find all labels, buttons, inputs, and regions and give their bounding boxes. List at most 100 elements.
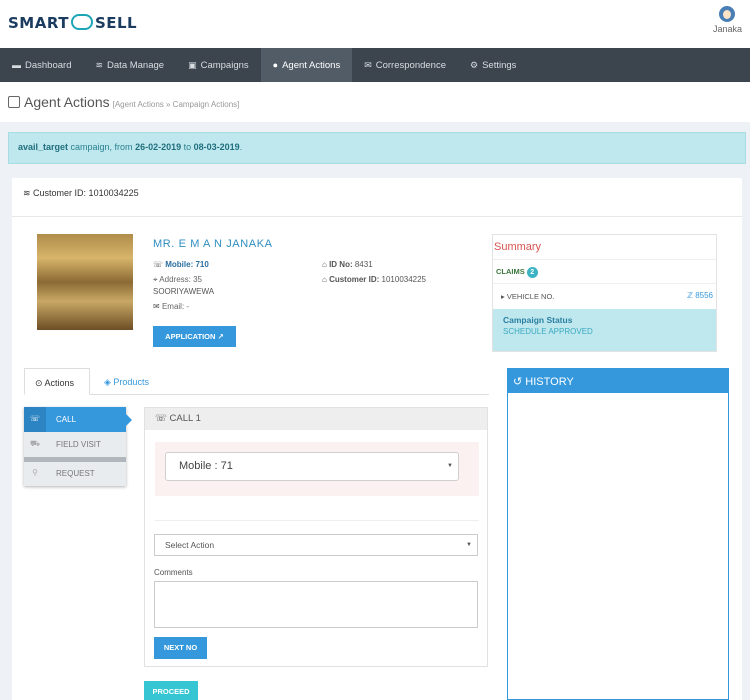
check-circle-icon: ⊙ xyxy=(35,378,45,388)
application-button[interactable]: APPLICATION ↗ xyxy=(153,326,236,347)
nav-item-campaigns[interactable]: ▣ Campaigns xyxy=(176,48,261,82)
nav-item-label: Settings xyxy=(482,59,517,71)
tab-products[interactable]: ◈ Products xyxy=(94,368,159,395)
call-heading-text: CALL 1 xyxy=(169,413,201,424)
tag-icon: ⌂ xyxy=(322,275,330,284)
campaign-status-box: Campaign Status SCHEDULE APPROVED xyxy=(493,309,716,351)
tabs-bar: ⊙ Actions ◈ Products xyxy=(24,368,489,395)
nav-item-settings[interactable]: ⚙ Settings xyxy=(458,48,528,82)
user-menu[interactable]: Janaka xyxy=(713,6,742,34)
menu-item-label: FIELD VISIT xyxy=(56,440,101,449)
logo-mark-icon xyxy=(70,13,93,30)
menu-item-request[interactable]: ⚲ REQUEST xyxy=(24,461,126,486)
breadcrumb: [Agent Actions » Campaign Actions] xyxy=(112,100,240,109)
customer-card: ≋ Customer ID: 1010034225 MR. E M A N JA… xyxy=(12,178,742,700)
call-panel: ☏ CALL 1 Mobile : 71 ▼ Select Action ▼ C… xyxy=(144,407,488,667)
customer-id-heading: ≋ Customer ID: 1010034225 xyxy=(23,188,139,199)
comments-label: Comments xyxy=(154,568,193,577)
divider xyxy=(155,520,479,521)
action-select[interactable]: Select Action ▼ xyxy=(154,534,478,556)
customer-address: ⌖ Address: 35 xyxy=(153,275,202,285)
mobile-select-wrap: Mobile : 71 ▼ xyxy=(155,442,479,496)
next-no-button[interactable]: NEXT NO xyxy=(154,637,207,659)
campaign-alert: avail_target campaign, from 26-02-2019 t… xyxy=(8,132,746,164)
nav-item-label: Dashboard xyxy=(25,59,72,71)
user-name: Janaka xyxy=(712,24,742,34)
customer-mobile: ☏ Mobile: 710 xyxy=(153,260,209,269)
page-title-text: Agent Actions xyxy=(24,94,110,110)
app-logo[interactable]: SMART SELL xyxy=(8,13,138,32)
campaign-end-date: 08-03-2019 xyxy=(193,142,240,152)
history-heading: ↺ HISTORY xyxy=(508,369,728,393)
vehicle-row[interactable]: ▸ VEHICLE NO. ℤ 8556 xyxy=(493,283,716,307)
customer-id-no: ⌂ ID No: 8431 xyxy=(322,260,373,269)
action-type-menu: ☏ CALL ⛟ FIELD VISIT ⚲ REQUEST xyxy=(24,407,132,486)
history-icon: ↺ xyxy=(513,376,526,388)
customer-photo xyxy=(37,234,133,330)
menu-item-label: CALL xyxy=(56,415,77,424)
customer-name: MR. E M A N JANAKA xyxy=(153,238,273,250)
chevron-down-icon: ▼ xyxy=(466,542,472,548)
logo-text-sell: SELL xyxy=(94,14,138,32)
main-nav: ▬ Dashboard ≋ Data Manage ▣ Campaigns ● Agen… xyxy=(0,48,750,82)
alert-text: campaign, from xyxy=(68,142,136,152)
tab-label: Actions xyxy=(44,378,75,388)
custid-label: Customer ID: xyxy=(329,275,382,284)
mobile-value: 710 xyxy=(195,260,209,269)
alert-text: . xyxy=(239,142,243,152)
campaign-name: avail_target xyxy=(18,142,69,152)
external-link-icon: ↗ xyxy=(217,332,224,341)
phone-icon: ☏ xyxy=(155,413,170,424)
idno-value: 8431 xyxy=(354,260,373,269)
campaign-status-title: Campaign Status xyxy=(503,315,573,325)
idno-label: ID No: xyxy=(329,260,355,269)
customer-id-field: ⌂ Customer ID: 1010034225 xyxy=(322,275,426,284)
customer-address-line2: SOORIYAWEWA xyxy=(153,287,215,296)
nav-item-label: Agent Actions xyxy=(282,59,341,71)
dashboard-icon: ▬ xyxy=(12,60,21,70)
summary-title: Summary xyxy=(493,235,716,260)
phone-icon: ☏ xyxy=(24,407,46,432)
email-value: Email: - xyxy=(161,302,190,311)
proceed-button[interactable]: PROCEED xyxy=(144,681,198,700)
menu-item-field-visit[interactable]: ⛟ FIELD VISIT xyxy=(24,432,126,457)
envelope-icon: ✉ xyxy=(364,59,372,70)
custid-value: 1010034225 xyxy=(381,275,427,284)
nav-item-label: Data Manage xyxy=(107,59,165,71)
action-select-value: Select Action xyxy=(165,540,215,550)
claims-header[interactable]: CLAIMS 2 xyxy=(496,267,538,278)
nav-item-data-manage[interactable]: ≋ Data Manage xyxy=(83,48,176,82)
car-icon: ⛟ xyxy=(29,439,41,448)
avatar[interactable] xyxy=(719,6,736,22)
mobile-select[interactable]: Mobile : 71 ▼ xyxy=(165,452,459,481)
menu-item-label: REQUEST xyxy=(56,469,95,478)
user-icon: ● xyxy=(272,60,279,70)
nav-item-correspondence[interactable]: ✉ Correspondence xyxy=(352,48,458,82)
campaign-start-date: 26-02-2019 xyxy=(135,142,182,152)
page-header: Agent Actions [Agent Actions » Campaign A… xyxy=(0,82,750,122)
comments-textarea[interactable] xyxy=(154,581,478,628)
app-header: SMART SELL Janaka xyxy=(0,0,750,48)
customer-id-text: Customer ID: 1010034225 xyxy=(33,188,139,198)
email-icon: ✉ xyxy=(153,302,162,311)
briefcase-icon: ▣ xyxy=(188,59,197,70)
active-arrow xyxy=(126,414,132,426)
layers-icon: ≋ xyxy=(23,188,34,198)
customer-email: ✉ Email: - xyxy=(153,302,189,311)
nav-item-dashboard[interactable]: ▬ Dashboard xyxy=(0,48,83,82)
call-heading: ☏ CALL 1 xyxy=(145,408,487,430)
tab-actions[interactable]: ⊙ Actions xyxy=(24,368,90,395)
history-title: HISTORY xyxy=(525,376,574,388)
nav-item-agent-actions[interactable]: ● Agent Actions xyxy=(260,48,353,82)
claims-label: CLAIMS xyxy=(496,267,525,276)
tab-label: Products xyxy=(113,377,149,387)
nav-item-label: Campaigns xyxy=(200,59,249,71)
menu-item-call[interactable]: ☏ CALL xyxy=(24,407,132,432)
history-panel: ↺ HISTORY xyxy=(507,368,729,700)
alert-text: to xyxy=(181,142,194,152)
vehicle-label: ▸ VEHICLE NO. xyxy=(501,292,554,301)
nav-item-label: Correspondence xyxy=(375,59,446,71)
tags-icon: ◈ xyxy=(104,377,114,387)
pin-icon: ⚲ xyxy=(32,468,38,477)
chevron-down-icon: ▼ xyxy=(447,463,453,469)
